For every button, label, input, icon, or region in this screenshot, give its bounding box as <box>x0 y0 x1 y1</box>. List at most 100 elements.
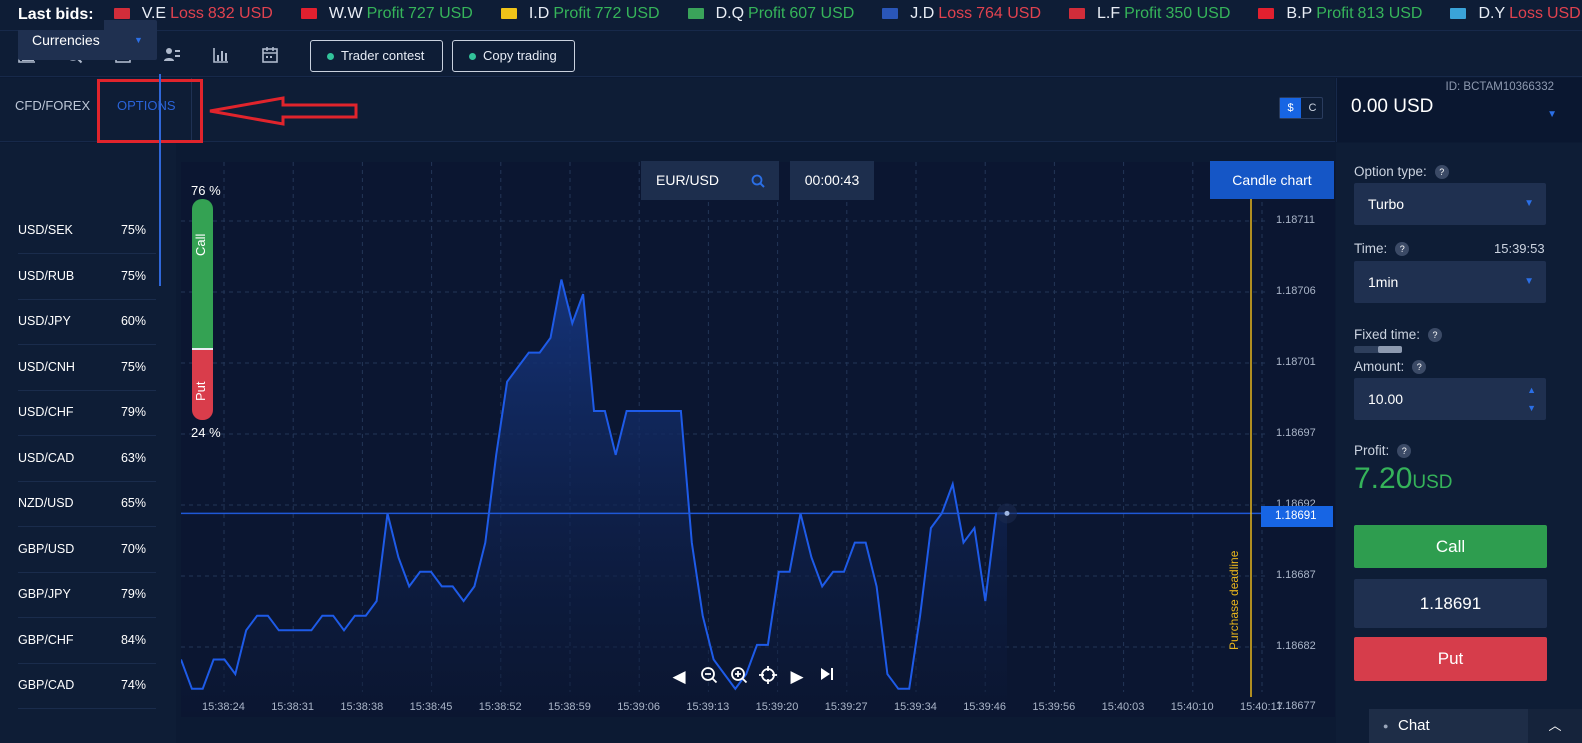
chat-status-dot-icon: ● <box>1383 721 1389 731</box>
amount-input[interactable]: 10.00 ▲ ▼ <box>1354 378 1546 420</box>
put-button[interactable]: Put <box>1354 637 1547 681</box>
asset-list-item[interactable]: USD/CHF 79% <box>18 390 156 436</box>
statistics-icon[interactable] <box>211 45 231 65</box>
asset-list-item[interactable]: USD/SEK 75% <box>18 208 156 254</box>
asset-list-item[interactable]: USD/CNH 75% <box>18 345 156 391</box>
flag-icon <box>1258 8 1275 20</box>
calendar-icon[interactable] <box>260 45 280 65</box>
chevron-down-icon: ▼ <box>1524 198 1534 209</box>
current-price-tag: 1.18691 <box>1261 506 1333 527</box>
countdown-timer: 00:00:43 <box>790 161 874 200</box>
x-tick-label: 15:40:03 <box>1101 701 1145 713</box>
ticker-item: L.F Profit 350 USD <box>1069 0 1230 28</box>
x-tick-label: 15:38:31 <box>271 701 315 713</box>
zoom-out-icon[interactable] <box>698 666 720 688</box>
current-price-display: 1.18691 <box>1354 579 1547 628</box>
currency-usd-toggle[interactable]: $ <box>1280 98 1301 118</box>
asset-name: USD/RUB <box>18 268 75 283</box>
asset-search-input[interactable]: EUR/USD <box>641 161 779 200</box>
x-tick-label: 15:38:59 <box>548 701 591 713</box>
ticker-item: D.Y Loss USD <box>1450 0 1581 28</box>
asset-name: GBP/CHF <box>18 632 74 647</box>
ticker-item: W.W Profit 727 USD <box>300 0 473 28</box>
x-tick-label: 15:39:06 <box>617 701 661 713</box>
currency-other-toggle[interactable]: C <box>1302 98 1323 118</box>
asset-payout: 60% <box>120 314 146 328</box>
crosshair-icon[interactable] <box>757 666 779 688</box>
chart-plot <box>181 162 1266 717</box>
account-balance: 0.00 USD <box>1351 96 1434 117</box>
asset-name: USD/CAD <box>18 450 75 465</box>
profit-label: Profit:? <box>1354 443 1412 459</box>
chat-widget[interactable]: ● Chat ︿ <box>1369 709 1582 743</box>
help-icon[interactable]: ? <box>1395 242 1410 257</box>
fixed-time-label: Fixed time:? <box>1354 327 1443 343</box>
x-tick-label: 15:39:27 <box>824 701 868 713</box>
candle-chart-button[interactable]: Candle chart <box>1210 161 1334 199</box>
price-area <box>181 279 1007 717</box>
zoom-in-icon[interactable] <box>728 666 750 688</box>
price-chart[interactable] <box>181 162 1335 717</box>
chevron-up-icon[interactable]: ︿ <box>1528 709 1582 743</box>
x-tick-label: 15:39:13 <box>686 701 730 713</box>
asset-payout: 75% <box>120 223 146 237</box>
trader-contest-button[interactable]: Trader contest <box>310 40 443 72</box>
chevron-down-icon[interactable]: ▼ <box>1547 109 1557 120</box>
option-type-select[interactable]: Turbo ▼ <box>1354 183 1546 225</box>
flag-icon <box>1450 8 1467 20</box>
chevron-down-icon: ▼ <box>134 35 143 45</box>
y-tick-label: 1.18711 <box>1276 214 1315 226</box>
asset-payout: 65% <box>120 496 146 510</box>
help-icon[interactable]: ? <box>1434 165 1449 180</box>
tab-cfd-forex[interactable]: CFD/FOREX <box>15 98 90 113</box>
asset-list-item[interactable]: GBP/CAD 74% <box>18 663 156 709</box>
fixed-time-toggle[interactable] <box>1354 346 1402 353</box>
currency-toggle[interactable]: $ C <box>1279 97 1323 119</box>
asset-list-item[interactable]: USD/CAD 63% <box>18 436 156 482</box>
search-icon[interactable] <box>751 161 765 200</box>
toggle-knob <box>1378 346 1402 353</box>
status-dot-icon <box>327 53 334 60</box>
asset-list-item[interactable]: USD/JPY 60% <box>18 299 156 345</box>
asset-list-item[interactable]: GBP/USD 70% <box>18 527 156 573</box>
y-tick-label: 1.18697 <box>1276 427 1316 439</box>
asset-name: GBP/CAD <box>18 678 75 692</box>
asset-name: USD/CHF <box>18 405 74 419</box>
decrement-icon[interactable]: ▼ <box>1527 387 1536 429</box>
asset-list-item[interactable]: USD/RUB 75% <box>18 254 156 300</box>
profit-value: 7.20USD <box>1354 462 1453 495</box>
x-tick-label: 15:38:52 <box>478 701 522 713</box>
flag-icon <box>687 8 704 20</box>
asset-list-item[interactable]: GBP/CHF 84% <box>18 618 156 664</box>
asset-list-item[interactable]: GBP/JPY 79% <box>18 572 156 618</box>
put-sentiment-label: Put <box>193 381 208 401</box>
asset-payout: 75% <box>120 359 146 374</box>
x-tick-label: 15:39:46 <box>963 701 1007 713</box>
asset-name: USD/SEK <box>18 223 73 237</box>
purchase-deadline-label: Purchase deadline <box>1227 550 1241 650</box>
y-tick-label: 1.18682 <box>1276 640 1316 652</box>
x-tick-label: 15:40:17 <box>1240 701 1283 713</box>
call-sentiment-label: Call <box>193 233 208 256</box>
account-panel[interactable]: ID: BCTAM10366332 0.00 USD ▼ <box>1336 78 1582 142</box>
asset-payout: 84% <box>120 632 146 647</box>
toolbar: Trader contest Copy trading <box>0 30 1582 77</box>
help-icon[interactable]: ? <box>1412 360 1427 375</box>
copy-trading-button[interactable]: Copy trading <box>452 40 575 72</box>
asset-payout: 74% <box>120 678 146 692</box>
scroll-right-icon[interactable]: ▶ <box>786 666 808 688</box>
help-icon[interactable]: ? <box>1428 328 1443 343</box>
x-tick-label: 15:38:38 <box>340 701 384 713</box>
call-button[interactable]: Call <box>1354 525 1547 568</box>
last-bids-ticker: Last bids: USDV.ELoss832 USDW.WProfit727… <box>0 0 1582 30</box>
asset-list-scrollbar[interactable] <box>159 74 161 286</box>
current-point <box>1004 510 1010 516</box>
help-icon[interactable]: ? <box>1397 444 1412 459</box>
traders-icon[interactable] <box>162 45 182 65</box>
status-dot-icon <box>469 53 476 60</box>
scroll-left-icon[interactable]: ◀ <box>668 666 690 688</box>
go-to-end-icon[interactable] <box>816 666 838 688</box>
asset-list-item[interactable]: NZD/USD 65% <box>18 481 156 527</box>
asset-payout: 75% <box>120 268 146 283</box>
duration-select[interactable]: 1min ▼ <box>1354 261 1546 303</box>
